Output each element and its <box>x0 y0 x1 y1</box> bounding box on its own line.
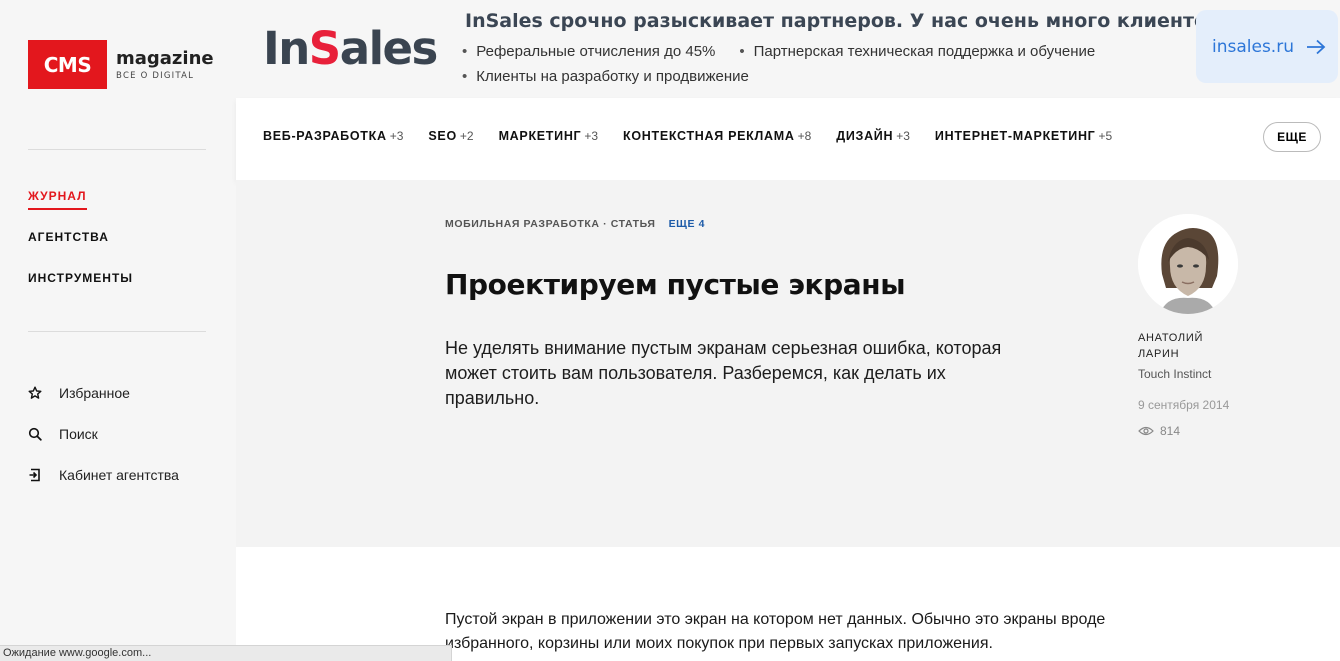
article-meta: МОБИЛЬНАЯ РАЗРАБОТКА · СТАТЬЯ ЕЩЕ 4 <box>445 218 705 230</box>
article-body: Пустой экран в приложении это экран на к… <box>445 611 1106 652</box>
avatar[interactable] <box>1138 214 1238 314</box>
author-card: АНАТОЛИЙ ЛАРИН Touch Instinct 9 сентября… <box>1138 214 1268 438</box>
sidebar-item-tools[interactable]: ИНСТРУМЕНТЫ <box>28 271 133 312</box>
logo-tagline: ВСЕ О DIGITAL <box>116 70 195 81</box>
favorites-link[interactable]: Избранное <box>28 372 179 413</box>
agency-cabinet-link[interactable]: Кабинет агентства <box>28 454 179 495</box>
site-logo[interactable]: CMS magazine ВСЕ О DIGITAL <box>28 40 214 89</box>
page-title: Проектируем пустые экраны <box>445 268 906 301</box>
author-company: Touch Instinct <box>1138 367 1212 381</box>
sidebar-divider <box>28 331 206 332</box>
sidebar-nav: ЖУРНАЛ АГЕНТСТВА ИНСТРУМЕНТЫ <box>28 189 133 312</box>
author-photo <box>1138 214 1238 314</box>
article-category[interactable]: МОБИЛЬНАЯ РАЗРАБОТКА · СТАТЬЯ <box>445 218 656 230</box>
login-icon <box>29 468 40 481</box>
arrow-right-icon <box>1306 39 1326 54</box>
logo-badge: CMS <box>28 40 107 89</box>
category-seo[interactable]: SEO +2 <box>428 129 473 143</box>
banner-bullet: Партнерская техническая поддержка и обуч… <box>739 43 1096 60</box>
star-icon <box>28 386 42 399</box>
sidebar-divider <box>28 149 206 150</box>
sidebar-item-agencies[interactable]: АГЕНТСТВА <box>28 230 133 271</box>
article-header: МОБИЛЬНАЯ РАЗРАБОТКА · СТАТЬЯ ЕЩЕ 4 Проек… <box>236 180 1340 547</box>
banner-bullets: Реферальные отчисления до 45% Партнерска… <box>462 39 1119 89</box>
category-design[interactable]: ДИЗАЙН +3 <box>836 129 910 143</box>
views-count: 814 <box>1138 424 1268 438</box>
article-lead: Не уделять внимание пустым экранам серье… <box>445 338 1002 408</box>
category-web-dev[interactable]: ВЕБ-РАЗРАБОТКА +3 <box>263 129 403 143</box>
sidebar-links: Избранное Поиск Кабинет агентства <box>28 372 179 495</box>
banner-title: InSales срочно разыскивает партнеров. У … <box>465 10 1220 32</box>
more-categories-button[interactable]: ЕЩЕ <box>1263 122 1321 152</box>
search-link[interactable]: Поиск <box>28 413 179 454</box>
category-internet-marketing[interactable]: ИНТЕРНЕТ-МАРКЕТИНГ +5 <box>935 129 1112 143</box>
search-icon <box>28 427 42 441</box>
eye-icon <box>1138 426 1154 436</box>
category-context-ads[interactable]: КОНТЕКСТНАЯ РЕКЛАМА +8 <box>623 129 811 143</box>
insales-link-button[interactable]: insales.ru <box>1196 10 1338 83</box>
banner-bullet: Реферальные отчисления до 45% <box>462 43 715 60</box>
category-marketing[interactable]: МАРКЕТИНГ +3 <box>499 129 598 143</box>
author-name[interactable]: АНАТОЛИЙ ЛАРИН <box>1138 330 1228 362</box>
ad-banner[interactable]: InSales InSales срочно разыскивает партн… <box>236 0 1340 98</box>
sidebar: CMS magazine ВСЕ О DIGITAL ЖУРНАЛ АГЕНТС… <box>0 0 236 661</box>
sidebar-item-journal[interactable]: ЖУРНАЛ <box>28 189 133 230</box>
publish-date: 9 сентября 2014 <box>1138 398 1230 412</box>
browser-status-bar: Ожидание www.google.com... <box>0 645 452 661</box>
logo-word: magazine <box>116 47 214 69</box>
more-tags-link[interactable]: ЕЩЕ 4 <box>669 218 705 230</box>
banner-bullet: Клиенты на разработку и продвижение <box>462 68 749 85</box>
insales-logo: InSales <box>263 22 438 75</box>
category-nav: ВЕБ-РАЗРАБОТКА +3 SEO +2 МАРКЕТИНГ +3 КОНТЕ… <box>236 98 1340 180</box>
